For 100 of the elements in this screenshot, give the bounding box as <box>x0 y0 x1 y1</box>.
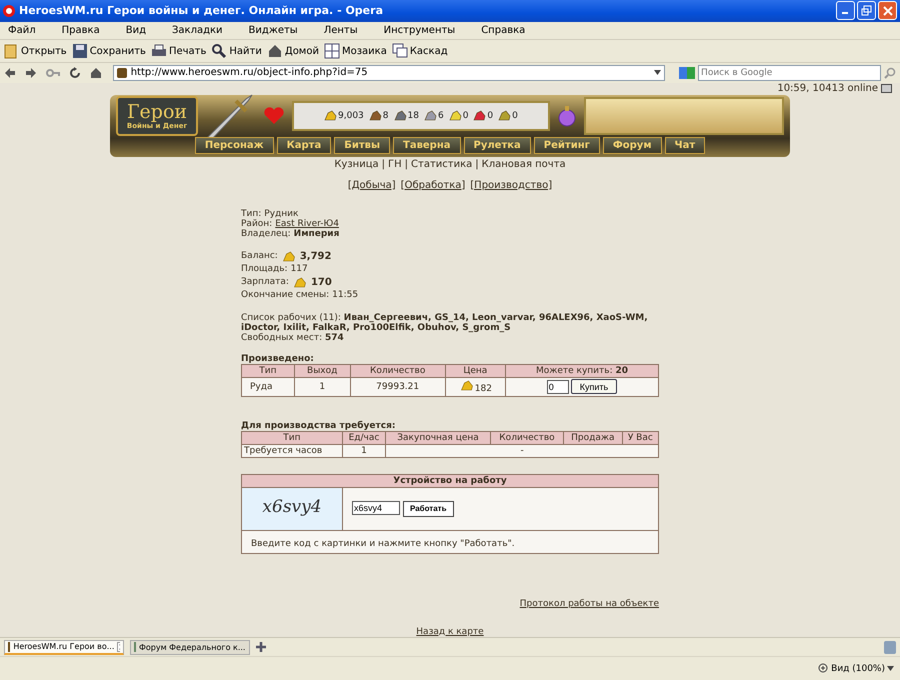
field-label: Владелец: <box>241 228 291 239</box>
dropdown-caret-icon[interactable] <box>654 70 662 76</box>
zoom-control[interactable]: Вид (100%) <box>818 663 894 674</box>
field-value: 117 <box>290 262 308 276</box>
address-field[interactable]: http://www.heroeswm.ru/object-info.php?id=75 <box>112 64 666 81</box>
column-header: Тип <box>242 364 294 378</box>
header-link[interactable]: Статистика <box>411 158 472 170</box>
section-title: Для производства требуется: <box>241 420 396 431</box>
nav-button[interactable]: Рулетка <box>464 136 531 154</box>
header-link[interactable]: Клановая почта <box>482 158 566 170</box>
nav-button[interactable]: Рейтинг <box>534 136 600 154</box>
nav-button[interactable]: Карта <box>276 136 332 154</box>
table-cell: Требуется часов <box>242 444 342 458</box>
minimize-button[interactable] <box>836 1 855 20</box>
work-button[interactable]: Работать <box>403 500 454 517</box>
nav-button[interactable]: Персонаж <box>194 136 274 154</box>
toolbar-button[interactable]: Сохранить <box>72 43 146 60</box>
coin-pile-icon <box>324 110 337 122</box>
resource-count: 18 <box>408 110 419 121</box>
search-icon <box>211 43 228 60</box>
browser-tab[interactable]: Форум Федерального к... <box>130 640 250 654</box>
logs-icon <box>368 110 382 122</box>
close-icon[interactable] <box>117 642 120 652</box>
resource-count: 0 <box>512 110 518 121</box>
search-engine-icon[interactable] <box>679 66 696 79</box>
coin-pile-icon <box>458 380 475 391</box>
toolbar-button[interactable]: Открыть <box>3 43 67 60</box>
buy-button[interactable]: Купить <box>570 379 618 394</box>
column-header: Закупочная цена <box>386 431 490 444</box>
field-label: Площадь: <box>241 262 288 276</box>
back-arrow-icon[interactable] <box>4 66 16 79</box>
online-status: 10:59, 10413 online <box>777 82 892 95</box>
log-link[interactable]: Протокол работы на объекте <box>520 598 659 609</box>
toolbar-button[interactable]: Печать <box>150 43 206 60</box>
amount-field[interactable]: 0 <box>546 380 569 394</box>
toolbar-button[interactable]: Домой <box>266 43 319 60</box>
flask-icon <box>424 110 437 122</box>
toolbar-button[interactable]: Найти <box>211 43 262 60</box>
menu-item[interactable]: Инструменты <box>384 24 456 36</box>
reload-icon[interactable] <box>68 66 81 79</box>
menu-item[interactable]: Виджеты <box>248 24 298 36</box>
resource-count: 0 <box>487 110 494 121</box>
nav-button[interactable]: Чат <box>664 136 706 154</box>
menu-item[interactable]: Справка <box>481 24 526 36</box>
table-cell: 79993.21 <box>350 377 446 396</box>
search-field[interactable]: Поиск в Google <box>698 64 881 81</box>
code-field[interactable]: x6svy4 <box>352 501 400 516</box>
table-cell: 1 <box>342 444 386 458</box>
field-label: Баланс: <box>241 250 278 263</box>
column-header: Выход <box>294 364 350 378</box>
toolbar-button[interactable]: Мозаика <box>324 43 387 60</box>
mail-icon[interactable] <box>881 84 892 94</box>
section-link[interactable]: [Производство] <box>470 180 552 191</box>
menu-item[interactable]: Закладки <box>172 24 223 36</box>
cascade-icon <box>392 43 408 60</box>
close-icon <box>882 6 892 16</box>
table-cell: 182 <box>445 377 506 396</box>
column-header: Тип <box>242 431 342 444</box>
section-link[interactable]: [Обработка] <box>400 180 466 191</box>
district-link[interactable]: East River-Ю4 <box>275 218 339 229</box>
back-link[interactable]: Назад к карте <box>416 626 484 637</box>
nav-button[interactable]: Битвы <box>334 136 390 154</box>
tile-icon <box>324 43 340 60</box>
folder-icon <box>3 43 19 60</box>
resource-count: 0 <box>462 110 468 121</box>
floppy-icon <box>72 43 88 60</box>
nav-button[interactable]: Таверна <box>393 136 460 154</box>
field-value: 170 <box>310 276 332 289</box>
menu-item[interactable]: Ленты <box>324 24 358 36</box>
nav-button[interactable]: Форум <box>602 136 662 154</box>
field-label: Зарплата: <box>241 276 289 289</box>
home-icon[interactable] <box>90 66 102 79</box>
header-link[interactable]: Кузница <box>334 158 379 170</box>
toolbar-button[interactable]: Каскад <box>392 43 448 60</box>
column-header: Ед/час <box>342 431 386 444</box>
restore-button[interactable] <box>857 1 876 20</box>
field-label: Тип: <box>241 208 262 219</box>
section-link[interactable]: [Добыча] <box>348 180 396 191</box>
close-button[interactable] <box>878 1 897 20</box>
menu-item[interactable]: Вид <box>126 24 146 36</box>
window-title: HeroesWM.ru Герои войны и денег. Онлайн игра. - Opera <box>19 4 384 18</box>
coin-pile-icon <box>292 276 308 288</box>
menu-item[interactable]: Файл <box>8 24 36 36</box>
site-favicon-icon <box>116 68 127 78</box>
menu-item[interactable]: Правка <box>62 24 100 36</box>
separator: | <box>475 158 479 170</box>
resource-count: 8 <box>382 110 388 121</box>
restore-icon <box>861 5 872 16</box>
field-label: Окончание смены: <box>241 288 330 302</box>
browser-tab[interactable]: HeroesWM.ru Герои во... <box>4 640 124 654</box>
column-header: У Вас <box>622 431 658 444</box>
home-icon <box>266 43 283 60</box>
free-places: Свободных мест: 574 <box>241 332 345 343</box>
caret-icon <box>887 666 894 672</box>
forward-arrow-icon[interactable] <box>24 66 37 79</box>
header-link[interactable]: ГН <box>388 158 402 170</box>
new-tab-icon[interactable] <box>256 642 266 652</box>
table-cell: 1 <box>294 377 350 396</box>
potion-icon[interactable] <box>558 104 576 127</box>
separator: | <box>382 158 386 170</box>
